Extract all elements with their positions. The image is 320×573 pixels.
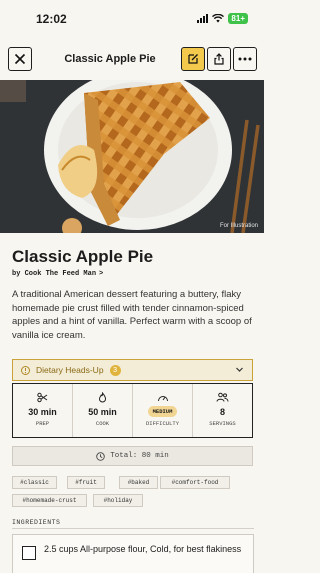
ingredient-text: 2.5 cups All-purpose flour, Cold, for be… <box>44 544 242 554</box>
tag-chip[interactable]: #classic <box>12 476 57 489</box>
author-label: by Cook The Feed Man <box>12 270 97 278</box>
scissors-icon <box>37 392 48 403</box>
ingredients-heading: INGREDIENTS <box>12 519 61 526</box>
close-icon <box>14 53 26 65</box>
chevron-right-icon: > <box>99 270 104 278</box>
stat-prep-label: PREP <box>35 420 50 427</box>
tag-chip[interactable]: #homemade-crust <box>12 494 87 507</box>
recipe-description: A traditional American dessert featuring… <box>12 289 252 341</box>
page-title: Classic Apple Pie <box>64 53 156 65</box>
stat-prep: 30 min PREP <box>13 384 73 437</box>
stat-prep-value: 30 min <box>28 407 57 417</box>
wifi-icon <box>212 14 225 23</box>
more-button[interactable] <box>233 47 257 71</box>
battery-indicator: 81+ <box>228 13 248 24</box>
difficulty-badge: MEDIUM <box>147 406 178 417</box>
edit-icon <box>188 54 198 64</box>
author-link[interactable]: by Cook The Feed Man > <box>12 270 103 278</box>
recipe-title: Classic Apple Pie <box>12 247 154 266</box>
stat-servings: 8 SERVINGS <box>193 384 252 437</box>
tag-chip[interactable]: #comfort-food <box>160 476 230 489</box>
recipe-hero-image: For Illustration <box>0 80 264 233</box>
clock-icon <box>96 451 105 461</box>
stat-servings-label: SERVINGS <box>209 420 236 427</box>
ingredient-checkbox[interactable] <box>22 546 36 560</box>
dietary-heads-up[interactable]: Dietary Heads-Up 3 <box>12 359 253 381</box>
recipe-stats: 30 min PREP 50 min COOK MEDIUM DIFFICULT… <box>12 383 253 438</box>
tag-chip[interactable]: #fruit <box>67 476 105 489</box>
stat-servings-value: 8 <box>219 407 225 417</box>
apple-pie-illustration <box>0 80 264 233</box>
stat-difficulty: MEDIUM DIFFICULTY <box>133 384 193 437</box>
flame-icon <box>98 392 107 403</box>
status-bar: 12:02 81+ <box>0 0 264 38</box>
divider <box>12 528 254 529</box>
stat-difficulty-label: DIFFICULTY <box>145 420 179 427</box>
dietary-count-badge: 3 <box>109 364 121 376</box>
status-time: 12:02 <box>36 12 67 26</box>
stat-cook-value: 50 min <box>88 407 117 417</box>
stat-cook-label: COOK <box>95 420 110 427</box>
signal-icon <box>197 14 209 23</box>
info-icon <box>21 365 30 375</box>
total-time-label: Total: 80 min <box>110 452 169 460</box>
share-button[interactable] <box>207 47 231 71</box>
status-icons: 81+ <box>197 13 248 24</box>
stat-cook: 50 min COOK <box>73 384 133 437</box>
tag-chip[interactable]: #holiday <box>93 494 143 507</box>
top-bar: Classic Apple Pie <box>0 42 264 76</box>
total-time: Total: 80 min <box>12 446 253 466</box>
image-caption: For Illustration <box>219 223 258 229</box>
people-icon <box>216 392 229 402</box>
ingredient-item[interactable]: 2.5 cups All-purpose flour, Cold, for be… <box>12 534 254 573</box>
tag-chip[interactable]: #baked <box>119 476 158 489</box>
close-button[interactable] <box>8 47 32 71</box>
share-icon <box>214 53 224 65</box>
dietary-label: Dietary Heads-Up <box>36 365 104 375</box>
more-icon <box>238 57 252 61</box>
gauge-icon <box>157 396 168 402</box>
edit-button[interactable] <box>181 47 205 71</box>
chevron-down-icon <box>236 367 243 372</box>
